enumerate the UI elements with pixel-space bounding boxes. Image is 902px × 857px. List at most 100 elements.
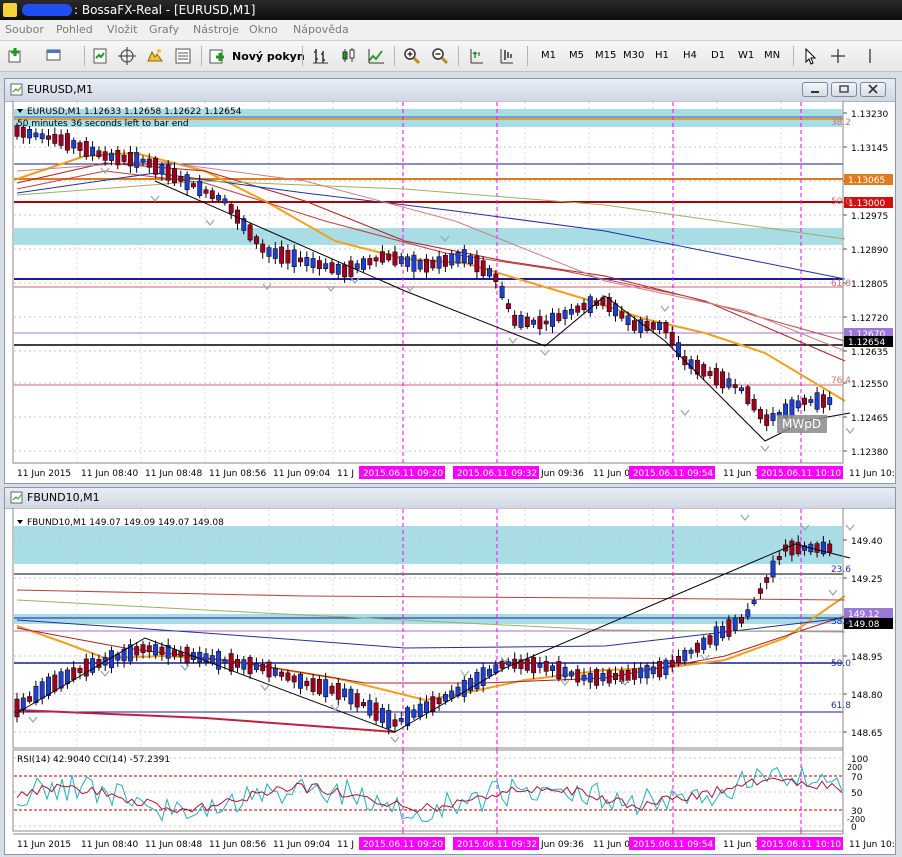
bull-candle (20, 697, 26, 710)
timeframe-mn[interactable]: MN (764, 50, 780, 61)
menu-pohled[interactable]: Pohled (56, 23, 93, 36)
bull-candle (461, 679, 467, 697)
timeframe-m1[interactable]: M1 (541, 50, 556, 61)
bear-candle (159, 646, 165, 655)
bear-candle (493, 273, 499, 283)
navigator-icon[interactable] (145, 46, 165, 66)
menu-soubor[interactable]: Soubor (5, 23, 44, 36)
vertical-line-icon[interactable] (860, 46, 880, 66)
menu-vlozit[interactable]: Vložit (107, 23, 137, 36)
bull-candle (745, 609, 751, 617)
bear-candle (279, 246, 285, 264)
title-bar: : BossaFX-Real - [EURUSD,M1] (0, 0, 902, 20)
bear-candle (316, 679, 322, 695)
time-marker-label: 2015.06.11 09:54 (633, 469, 714, 479)
timeframe-d1[interactable]: D1 (711, 50, 725, 61)
bear-candle (184, 646, 190, 664)
bear-candle (556, 661, 562, 680)
time-axis-label: 11 Jun 08:48 (145, 840, 202, 850)
minimize-button[interactable] (802, 82, 828, 97)
bear-candle (543, 661, 549, 672)
time-marker-label: 2015.06.11 09:32 (457, 469, 537, 479)
crosshair-icon[interactable] (117, 46, 137, 66)
bull-candle (323, 263, 329, 270)
timeframe-w1[interactable]: W1 (738, 50, 754, 61)
chart-window-icon (10, 83, 23, 96)
menu-nastroje[interactable]: Nástroje (193, 23, 239, 36)
new-chart-icon[interactable] (6, 46, 26, 66)
bull-candle (39, 133, 45, 140)
bear-candle (499, 661, 505, 669)
zoom-in-icon[interactable] (402, 46, 422, 66)
bear-candle (77, 667, 83, 674)
bear-candle (373, 257, 379, 262)
bull-candle (493, 664, 499, 674)
zoom-out-icon[interactable] (430, 46, 450, 66)
bear-candle (789, 540, 795, 556)
bull-candle (442, 694, 448, 702)
bull-candle (348, 688, 354, 705)
bear-candle (291, 675, 297, 683)
autoscroll-icon[interactable] (496, 46, 516, 66)
bull-candle (209, 655, 215, 664)
line-chart-icon[interactable] (366, 46, 386, 66)
bear-candle (115, 149, 121, 166)
bull-candle (46, 676, 51, 696)
fibonacci-label: 38.2 (831, 118, 851, 128)
chart-window-icon (10, 491, 23, 504)
cci-tick-label: 200 (847, 763, 862, 772)
close-button[interactable] (860, 82, 886, 97)
bar-chart-icon[interactable] (310, 46, 330, 66)
price-tick-label: 1.12465 (851, 414, 888, 424)
bull-candle (739, 387, 744, 392)
bear-candle (436, 697, 442, 705)
bull-candle (405, 256, 411, 267)
fibonacci-label: 61.8 (831, 279, 851, 289)
bar-countdown: 50 minutes 36 seconds left to bar end (17, 119, 189, 129)
bear-candle (480, 260, 486, 276)
timeframe-h4[interactable]: H4 (683, 50, 697, 61)
restore-button[interactable] (831, 82, 857, 97)
bull-candle (795, 400, 801, 409)
terminal-icon[interactable] (173, 46, 193, 66)
bull-candle (411, 254, 417, 272)
fibonacci-label: 50.0 (831, 197, 851, 207)
menu-okno[interactable]: Okno (249, 23, 278, 36)
candlestick-icon[interactable] (338, 46, 358, 66)
time-axis-label: Jun 09:36 (540, 469, 584, 479)
crosshair-tool-icon[interactable] (828, 46, 848, 66)
bear-candle (512, 314, 518, 326)
eurusd-chart[interactable]: 1.132301.131451.130601.129751.128901.128… (5, 101, 895, 483)
timeframe-m5[interactable]: M5 (569, 50, 584, 61)
bull-candle (140, 158, 146, 163)
time-axis-label: 11 Jun 08:48 (145, 469, 202, 479)
cursor-icon[interactable] (800, 46, 820, 66)
fbund-chart[interactable]: 149.40149.25148.95148.80148.65149.12149.… (5, 508, 895, 854)
time-axis-label: 11 Jun 08:56 (209, 469, 266, 479)
bull-candle (682, 649, 688, 662)
chart-shift-icon[interactable] (466, 46, 486, 66)
fbund-window-title: FBUND10,M1 (27, 491, 100, 504)
new-order-button[interactable]: Nový pokyn (208, 46, 305, 66)
menu-napoveda[interactable]: Nápověda (293, 23, 349, 36)
timeframe-m15[interactable]: M15 (595, 50, 616, 61)
bear-candle (253, 236, 259, 245)
bear-candle (285, 672, 291, 681)
bear-candle (354, 693, 360, 708)
bear-candle (745, 386, 751, 404)
bull-candle (386, 710, 392, 729)
bear-candle (52, 134, 58, 144)
support-resistance-zone (14, 228, 842, 245)
profiles-icon[interactable] (44, 46, 64, 66)
bull-candle (241, 659, 247, 670)
menu-grafy[interactable]: Grafy (149, 23, 179, 36)
bear-candle (606, 670, 612, 684)
timeframe-h1[interactable]: H1 (655, 50, 669, 61)
fbund-chart-window: FBUND10,M1 149.40 149.25 148.95 148.80 148.6… (4, 487, 896, 855)
time-axis-label: 11 Jun 08:56 (209, 840, 266, 850)
timeframe-m30[interactable]: M30 (623, 50, 644, 61)
bull-candle (354, 263, 360, 270)
bear-candle (335, 682, 341, 700)
market-watch-icon[interactable] (90, 46, 110, 66)
fractal-arrow (845, 524, 855, 532)
